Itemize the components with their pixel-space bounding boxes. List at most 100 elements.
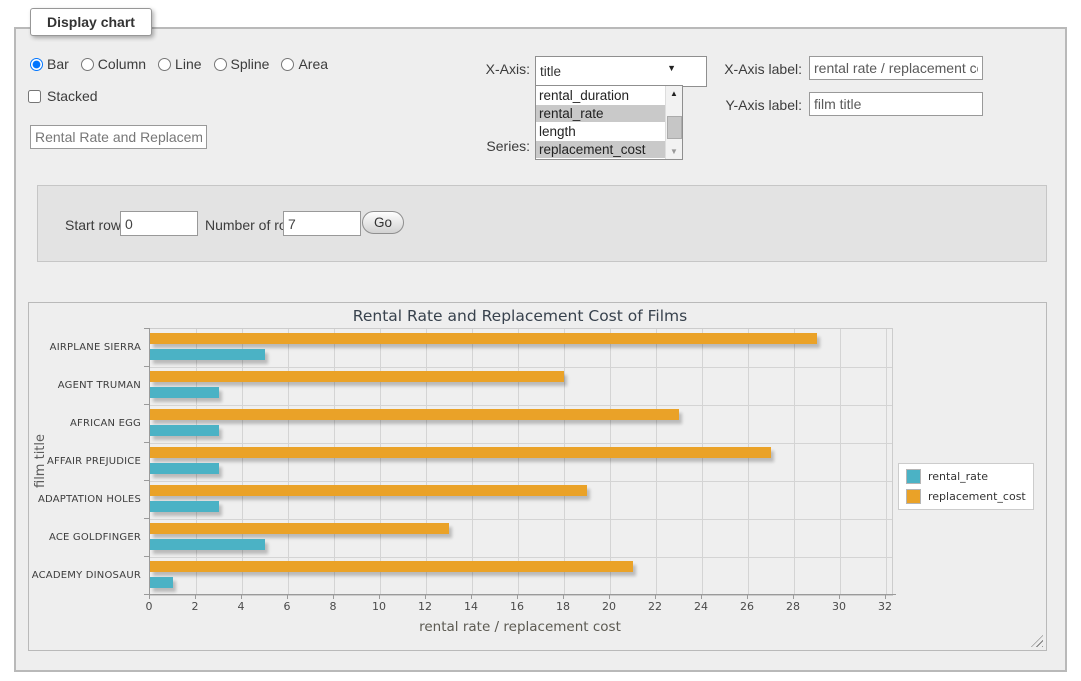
number-of-rows-input[interactable] [283, 211, 361, 236]
x-tick-label: 30 [819, 600, 859, 613]
x-tick-mark [793, 595, 794, 599]
legend-label: replacement_cost [928, 490, 1026, 503]
chart-type-option-bar[interactable]: Bar [30, 56, 69, 72]
y-tick-mark [144, 594, 149, 595]
x-tick-label: 24 [681, 600, 721, 613]
gridline-x-20 [610, 329, 611, 595]
x-tick-label: 16 [497, 600, 537, 613]
line-radio[interactable] [158, 58, 171, 71]
gridline-y [150, 519, 892, 520]
gridline-x-12 [426, 329, 427, 595]
chart-type-option-column[interactable]: Column [81, 56, 146, 72]
x-tick-mark [333, 595, 334, 599]
x-tick-mark [287, 595, 288, 599]
x-tick-mark [885, 595, 886, 599]
radio-label: Line [175, 56, 201, 72]
x-tick-mark [609, 595, 610, 599]
category-label: AFFAIR PREJUDICE [29, 442, 141, 480]
x-tick-label: 0 [129, 600, 169, 613]
series-scrollbar[interactable]: ▲ ▼ [665, 86, 682, 159]
series-option-rental_rate[interactable]: rental_rate [536, 105, 666, 122]
x-tick-label: 26 [727, 600, 767, 613]
x-tick-mark [517, 595, 518, 599]
chart-type-radio-group: Bar Column Line Spline Area [30, 56, 328, 72]
radio-label: Spline [231, 56, 270, 72]
bar-rental_rate-3 [150, 463, 219, 474]
series-options: rental_durationrental_ratelengthreplacem… [536, 87, 682, 158]
gridline-y [150, 481, 892, 482]
radio-label: Area [298, 56, 328, 72]
fieldset-legend: Display chart [30, 8, 152, 36]
y-axis-label-input[interactable] [809, 92, 983, 116]
x-axis-select[interactable]: title [535, 56, 707, 87]
bar-rental_rate-1 [150, 387, 219, 398]
series-option-replacement_cost[interactable]: replacement_cost [536, 141, 666, 158]
gridline-y [150, 405, 892, 406]
bar-radio[interactable] [30, 58, 43, 71]
x-tick-label: 20 [589, 600, 629, 613]
bar-rental_rate-6 [150, 577, 173, 588]
scroll-thumb[interactable] [667, 116, 682, 139]
gridline-y [150, 557, 892, 558]
y-tick-mark [144, 556, 149, 557]
bar-replacement_cost-2 [150, 409, 679, 420]
scroll-down-button[interactable]: ▼ [666, 144, 682, 159]
scroll-up-button[interactable]: ▲ [666, 86, 682, 101]
x-tick-mark [655, 595, 656, 599]
gridline-x-28 [794, 329, 795, 595]
chart-type-option-area[interactable]: Area [281, 56, 328, 72]
bar-replacement_cost-4 [150, 485, 587, 496]
legend-item-replacement_cost: replacement_cost [906, 489, 1026, 504]
series-option-rental_duration[interactable]: rental_duration [536, 87, 666, 104]
x-axis-label-input[interactable] [809, 56, 983, 80]
go-button[interactable]: Go [362, 211, 404, 234]
stacked-checkbox-row[interactable]: Stacked [28, 88, 98, 104]
x-tick-label: 18 [543, 600, 583, 613]
gridline-x-16 [518, 329, 519, 595]
x-tick-label: 10 [359, 600, 399, 613]
x-tick-mark [839, 595, 840, 599]
stacked-checkbox[interactable] [28, 90, 41, 103]
gridline-x-14 [472, 329, 473, 595]
x-tick-label: 22 [635, 600, 675, 613]
x-tick-mark [471, 595, 472, 599]
chart-type-option-spline[interactable]: Spline [214, 56, 270, 72]
x-axis-line [144, 594, 896, 595]
x-tick-label: 28 [773, 600, 813, 613]
y-tick-mark [144, 518, 149, 519]
x-tick-mark [747, 595, 748, 599]
legend-item-rental_rate: rental_rate [906, 469, 1026, 484]
category-label: ACE GOLDFINGER [29, 518, 141, 556]
start-row-label: Start row: [65, 217, 125, 233]
legend-label: rental_rate [928, 470, 988, 483]
spline-radio[interactable] [214, 58, 227, 71]
x-tick-label: 6 [267, 600, 307, 613]
x-axis-label-field-label: X-Axis label: [712, 61, 802, 77]
x-axis-select-label: X-Axis: [470, 61, 530, 77]
chart-title-input[interactable] [30, 125, 207, 149]
chart: Rental Rate and Replacement Cost of Film… [28, 302, 1047, 651]
start-row-input[interactable] [120, 211, 198, 236]
gridline-x-10 [380, 329, 381, 595]
bar-rental_rate-5 [150, 539, 265, 550]
legend-swatch-rental_rate [906, 469, 921, 484]
x-tick-mark [195, 595, 196, 599]
chart-type-option-line[interactable]: Line [158, 56, 201, 72]
series-listbox[interactable]: rental_durationrental_ratelengthreplacem… [535, 85, 683, 160]
gridline-x-18 [564, 329, 565, 595]
x-tick-mark [563, 595, 564, 599]
x-tick-label: 8 [313, 600, 353, 613]
x-tick-label: 12 [405, 600, 445, 613]
category-label: ACADEMY DINOSAUR [29, 556, 141, 594]
x-tick-label: 32 [865, 600, 905, 613]
chart-title: Rental Rate and Replacement Cost of Film… [149, 307, 891, 325]
gridline-y [150, 367, 892, 368]
series-option-length[interactable]: length [536, 123, 666, 140]
y-tick-mark [144, 328, 149, 329]
column-radio[interactable] [81, 58, 94, 71]
resize-grip-icon[interactable] [1031, 635, 1043, 647]
x-tick-label: 14 [451, 600, 491, 613]
area-radio[interactable] [281, 58, 294, 71]
x-axis-select-wrap: title ▼ [535, 56, 683, 81]
bar-replacement_cost-1 [150, 371, 564, 382]
